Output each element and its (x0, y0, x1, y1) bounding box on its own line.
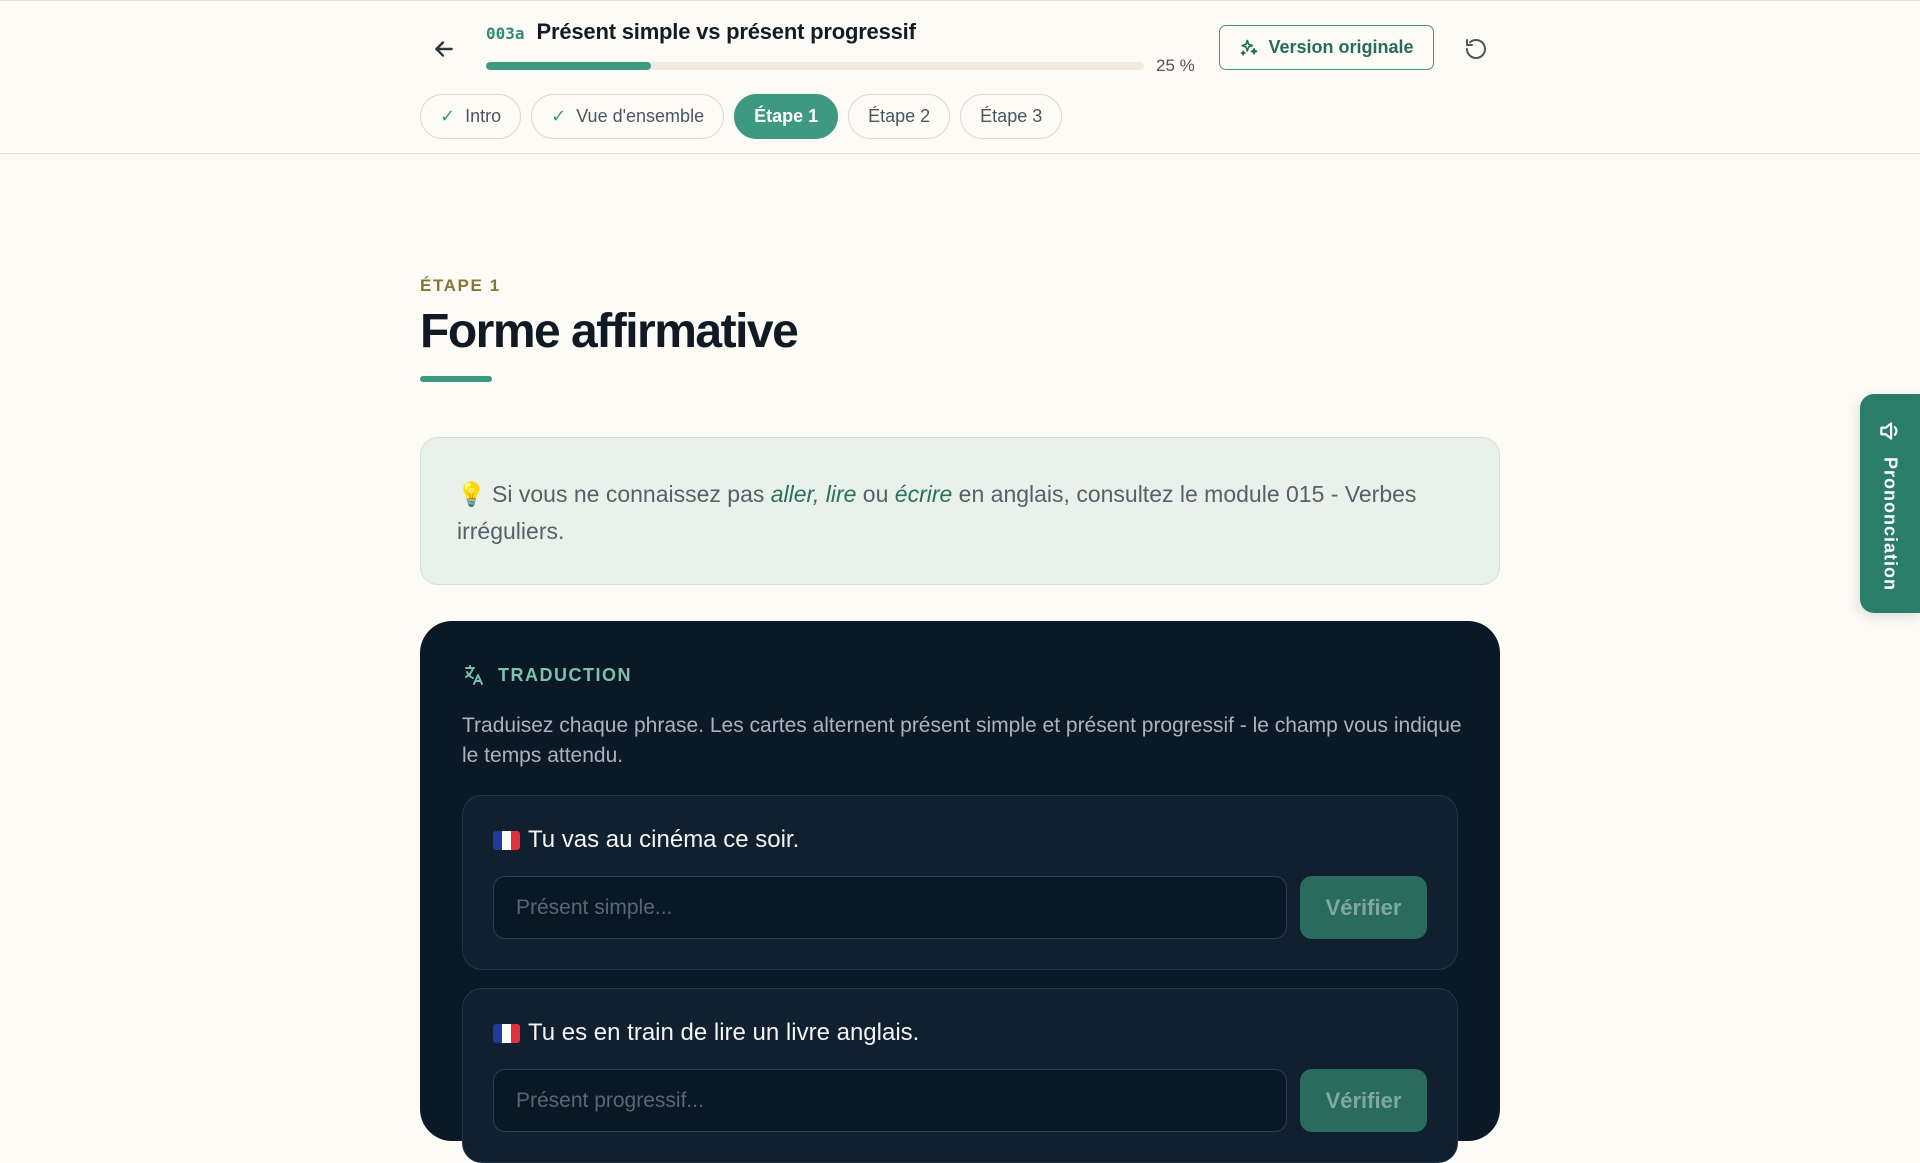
top-bar: 003a Présent simple vs présent progressi… (0, 0, 1920, 154)
pronunciation-label: Prononciation (1880, 457, 1901, 591)
exercise-prompt: Tu es en train de lire un livre anglais. (493, 1019, 919, 1047)
tab-intro[interactable]: ✓ Intro (420, 94, 522, 139)
tab-step-1[interactable]: Étape 1 (734, 94, 839, 139)
tab-overview[interactable]: ✓ Vue d'ensemble (531, 94, 725, 139)
prompt-text: Tu es en train de lire un livre anglais. (528, 1019, 920, 1046)
tip-text-2: ou (856, 481, 895, 507)
speaker-icon (1880, 422, 1898, 440)
tab-label: Vue d'ensemble (576, 106, 705, 126)
exercise-description: Traduisez chaque phrase. Les cartes alte… (462, 714, 1462, 767)
sparkles-icon (1241, 39, 1258, 56)
progress-bar (486, 62, 1144, 70)
french-flag-icon (493, 830, 520, 850)
tab-label: Étape 2 (868, 106, 931, 126)
translation-input[interactable] (493, 876, 1287, 939)
check-icon: ✓ (440, 106, 456, 126)
french-flag-icon (493, 1023, 520, 1043)
pronunciation-panel-tab[interactable]: Prononciation (1860, 394, 1920, 613)
translate-icon (465, 665, 483, 685)
module-code: 003a (486, 24, 525, 43)
title-underline (420, 376, 492, 382)
verify-button[interactable]: Vérifier (1300, 1069, 1427, 1132)
tab-label: Étape 1 (754, 106, 819, 126)
tip-emphasis-2: écrire (894, 481, 953, 507)
module-heading: 003a Présent simple vs présent progressi… (486, 19, 916, 45)
back-button[interactable] (424, 29, 464, 69)
tab-step-2[interactable]: Étape 2 (848, 94, 951, 139)
rotate-ccw-icon (1466, 39, 1486, 59)
tab-label: Étape 3 (980, 106, 1043, 126)
prompt-text: Tu vas au cinéma ce soir. (528, 826, 800, 853)
exercise-item: Tu es en train de lire un livre anglais.… (462, 988, 1458, 1163)
progress-bar-fill (486, 62, 651, 70)
check-icon: ✓ (551, 106, 567, 126)
tab-step-3[interactable]: Étape 3 (960, 94, 1063, 139)
tip-box: 💡 Si vous ne connaissez pas aller, lire … (420, 437, 1500, 585)
arrow-left-icon (435, 41, 453, 57)
exercise-header: TRADUCTION (462, 663, 632, 687)
tip-emphasis-1: aller, lire (770, 481, 857, 507)
exercise-section-label: TRADUCTION (498, 664, 632, 685)
exercise-prompt: Tu vas au cinéma ce soir. (493, 826, 799, 854)
exercise-item: Tu vas au cinéma ce soir. Vérifier (462, 795, 1458, 970)
page-title: Forme affirmative (420, 305, 799, 358)
step-tabs: ✓ Intro ✓ Vue d'ensemble Étape 1 Étape 2… (420, 94, 1063, 139)
reset-button[interactable] (1456, 29, 1496, 69)
original-version-button[interactable]: Version originale (1219, 25, 1434, 70)
progress-label: 25 % (1156, 56, 1195, 75)
lightbulb-icon: 💡 (457, 481, 486, 507)
translation-exercise-card: TRADUCTION Traduisez chaque phrase. Les … (420, 621, 1500, 1163)
verify-button[interactable]: Vérifier (1300, 876, 1427, 939)
original-version-label: Version originale (1268, 37, 1414, 57)
translation-input[interactable] (493, 1069, 1287, 1132)
step-label: ÉTAPE 1 (420, 276, 501, 295)
module-title: Présent simple vs présent progressif (536, 19, 916, 44)
tip-text-1: Si vous ne connaissez pas (485, 481, 771, 507)
tab-label: Intro (465, 106, 502, 126)
